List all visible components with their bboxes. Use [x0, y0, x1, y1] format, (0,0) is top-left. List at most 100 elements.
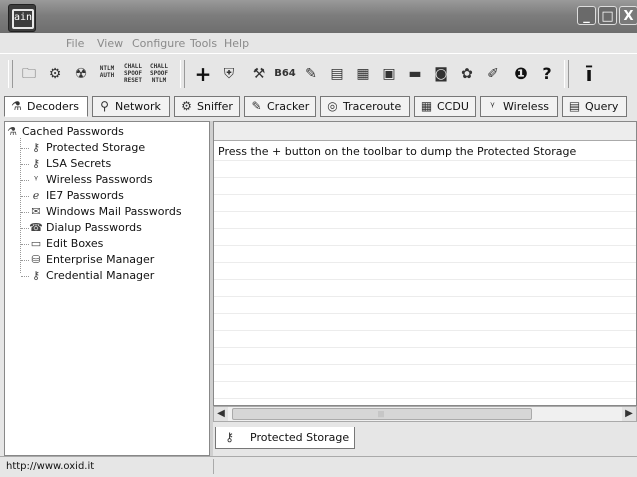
ie-icon: ℯ: [32, 189, 40, 202]
help-icon[interactable]: ?: [536, 63, 558, 85]
tree-branch: [21, 180, 29, 181]
thumb-grip-icon: |||: [378, 411, 385, 418]
network-icon[interactable]: ⚙: [44, 63, 66, 85]
cracker-icon: ✎: [251, 99, 262, 113]
list-row-line: [214, 296, 636, 297]
network-icon: ⚲: [100, 99, 109, 113]
radiation-icon[interactable]: ☢: [70, 63, 92, 85]
tree-branch: [21, 164, 29, 165]
list-row-line: [214, 279, 636, 280]
maximize-button[interactable]: □: [598, 6, 617, 25]
chall-spoof-ntlm-icon[interactable]: CHALL SPOOF NTLM: [148, 63, 170, 85]
menu-file[interactable]: File: [66, 37, 84, 50]
cached-passwords-icon: ⚗: [7, 125, 17, 138]
lm-icon[interactable]: ▤: [326, 63, 348, 85]
list-row-line: [214, 194, 636, 195]
tree-label: Protected Storage: [46, 141, 146, 154]
tree-label: Wireless Passwords: [46, 173, 153, 186]
minimize-button[interactable]: _: [577, 6, 596, 25]
tab-query[interactable]: ▤ Query: [562, 96, 627, 117]
tree-branch: [21, 244, 29, 245]
rsa-icon[interactable]: ▣: [378, 63, 400, 85]
tab-ccdu[interactable]: ▦ CCDU: [414, 96, 476, 117]
toolbar-separator-2: [564, 60, 569, 88]
info-icon[interactable]: ❶: [510, 63, 532, 85]
card-icon[interactable]: ▬: [404, 63, 426, 85]
gear-icon[interactable]: ✿: [456, 63, 478, 85]
shield-icon[interactable]: ⛨: [218, 63, 240, 85]
toolbar-grip[interactable]: [8, 60, 13, 88]
title-bar[interactable]: ain _ □ X: [0, 0, 637, 33]
key-icon: ⚷: [31, 141, 41, 154]
add-icon[interactable]: +: [192, 63, 214, 85]
spoof-label: SPOOF: [123, 70, 143, 77]
horizontal-scrollbar[interactable]: ◀ ||| ▶: [213, 406, 637, 422]
list-row-line: [214, 211, 636, 212]
list-row-line: [214, 262, 636, 263]
menu-help[interactable]: Help: [224, 37, 249, 50]
server-icon: ⛁: [31, 253, 41, 266]
list-row-line: [214, 347, 636, 348]
auth-label: AUTH: [99, 72, 115, 79]
tab-cracker[interactable]: ✎ Cracker: [244, 96, 316, 117]
decoder-icon[interactable]: ⚒: [248, 63, 270, 85]
bottom-tab-label: Protected Storage: [250, 431, 350, 444]
app-window: ain _ □ X File View Configure Tools Help…: [0, 0, 637, 477]
decoder-tree: ⚗ Cached Passwords ⚷ Protected Storage ⚷…: [4, 121, 210, 456]
credential-icon: ⚷: [31, 269, 41, 282]
tab-protected-storage[interactable]: ⚷ Protected Storage: [215, 427, 355, 449]
list-row-line: [214, 160, 636, 161]
tab-label: Traceroute: [343, 100, 402, 113]
tab-label: Query: [585, 100, 619, 113]
tab-traceroute[interactable]: ◎ Traceroute: [320, 96, 410, 117]
tree-branch: [21, 228, 29, 229]
base64-icon[interactable]: B64: [274, 63, 296, 85]
list-row-line: [214, 381, 636, 382]
edit-icon[interactable]: ✐: [482, 63, 504, 85]
list-row-line: [214, 398, 636, 399]
menu-view[interactable]: View: [97, 37, 123, 50]
tree-branch: [21, 212, 29, 213]
tab-sniffer[interactable]: ⚙ Sniffer: [174, 96, 240, 117]
tab-decoders[interactable]: ⚗ Decoders: [4, 96, 88, 117]
app-logo: ain: [8, 4, 36, 32]
menu-configure[interactable]: Configure: [132, 37, 185, 50]
hash-icon[interactable]: ✎: [300, 63, 322, 85]
scroll-thumb[interactable]: |||: [232, 408, 532, 420]
tree-branch: [21, 196, 29, 197]
scroll-right-icon[interactable]: ▶: [622, 407, 636, 421]
list-header[interactable]: [214, 122, 636, 141]
disk-icon[interactable]: ◙: [430, 63, 452, 85]
menu-bar: File View Configure Tools Help: [0, 33, 637, 53]
list-row-line: [214, 228, 636, 229]
bottom-tabs: ⚷ Protected Storage: [213, 422, 637, 456]
sniffer-icon: ⚙: [181, 99, 192, 113]
scroll-left-icon[interactable]: ◀: [214, 407, 228, 421]
spoof-label-2: SPOOF: [149, 70, 169, 77]
logo-icon[interactable]: ī: [578, 63, 600, 85]
tab-label: Network: [115, 100, 161, 113]
tree-label: LSA Secrets: [46, 157, 112, 170]
folder-icon[interactable]: 🗀: [18, 63, 40, 85]
phone-icon: ☎: [29, 221, 43, 234]
tree-label: Windows Mail Passwords: [46, 205, 182, 218]
md5-icon[interactable]: ▦: [352, 63, 374, 85]
menu-tools[interactable]: Tools: [190, 37, 217, 50]
traceroute-icon: ◎: [327, 99, 338, 113]
tab-label: Cracker: [267, 100, 310, 113]
close-button[interactable]: X: [619, 6, 637, 25]
instruction-message: Press the + button on the toolbar to dum…: [218, 145, 577, 158]
tab-wireless[interactable]: ᵞ Wireless: [480, 96, 558, 117]
ntlm-auth-icon[interactable]: NTLM AUTH: [96, 65, 118, 87]
key-icon: ⚷: [225, 430, 234, 444]
tab-network[interactable]: ⚲ Network: [92, 96, 170, 117]
list-row-line: [214, 313, 636, 314]
tab-label: CCDU: [437, 100, 469, 113]
chall-label-2: CHALL: [149, 63, 169, 70]
chall-spoof-reset-icon[interactable]: CHALL SPOOF RESET: [122, 63, 144, 85]
list-row-line: [214, 245, 636, 246]
ccdu-icon: ▦: [420, 99, 433, 113]
key-icon: ⚷: [31, 157, 41, 170]
tree-label: Dialup Passwords: [46, 221, 142, 234]
chall-label: CHALL: [123, 63, 143, 70]
